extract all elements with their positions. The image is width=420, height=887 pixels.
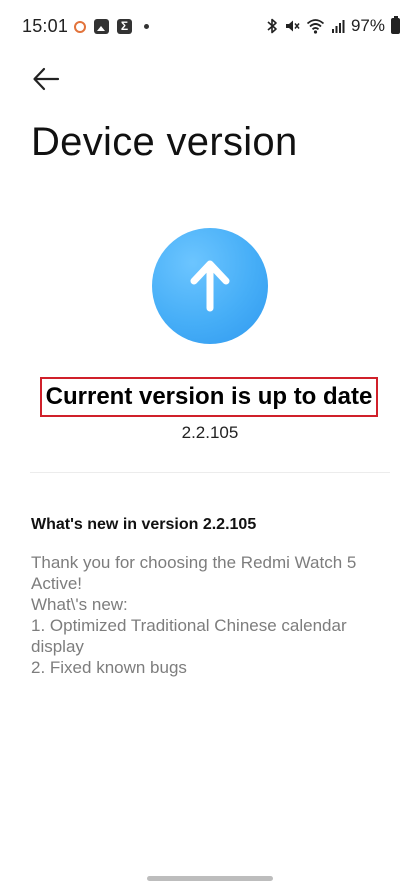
status-bar: 15:01 Σ 97% xyxy=(0,0,420,56)
battery-percent: 97% xyxy=(350,16,385,35)
system-icons: 97% xyxy=(266,16,400,36)
status-text: Current version is up to date xyxy=(45,383,373,410)
status-time: 15:01 xyxy=(22,16,69,36)
release-notes: Thank you for choosing the Redmi Watch 5… xyxy=(31,552,386,678)
release-note-line: 1. Optimized Traditional Chinese calenda… xyxy=(31,616,347,656)
home-indicator[interactable] xyxy=(147,876,273,881)
arrow-up-icon xyxy=(190,260,230,312)
whats-new-heading: What's new in version 2.2.105 xyxy=(31,516,257,533)
current-version: 2.2.105 xyxy=(181,423,239,442)
release-note-line: What\'s new: xyxy=(31,595,128,614)
arrow-left-icon xyxy=(33,67,60,91)
wifi-icon xyxy=(306,18,325,34)
signal-icon xyxy=(331,18,345,34)
release-note-line: 2. Fixed known bugs xyxy=(31,658,187,677)
status-text-highlight: Current version is up to date xyxy=(40,377,378,417)
back-button[interactable] xyxy=(30,62,64,96)
notification-icons: Σ xyxy=(74,19,149,34)
gallery-icon xyxy=(94,19,109,34)
mute-icon xyxy=(284,18,300,34)
bluetooth-icon xyxy=(266,18,278,34)
divider xyxy=(30,472,390,473)
page-title: Device version xyxy=(31,120,298,164)
battery-icon xyxy=(391,16,400,34)
dot-icon xyxy=(144,24,149,29)
sigma-app-icon: Σ xyxy=(117,19,132,34)
ring-app-icon xyxy=(74,20,86,33)
release-note-line: Thank you for choosing the Redmi Watch 5… xyxy=(31,553,357,593)
update-status-circle xyxy=(152,228,268,344)
